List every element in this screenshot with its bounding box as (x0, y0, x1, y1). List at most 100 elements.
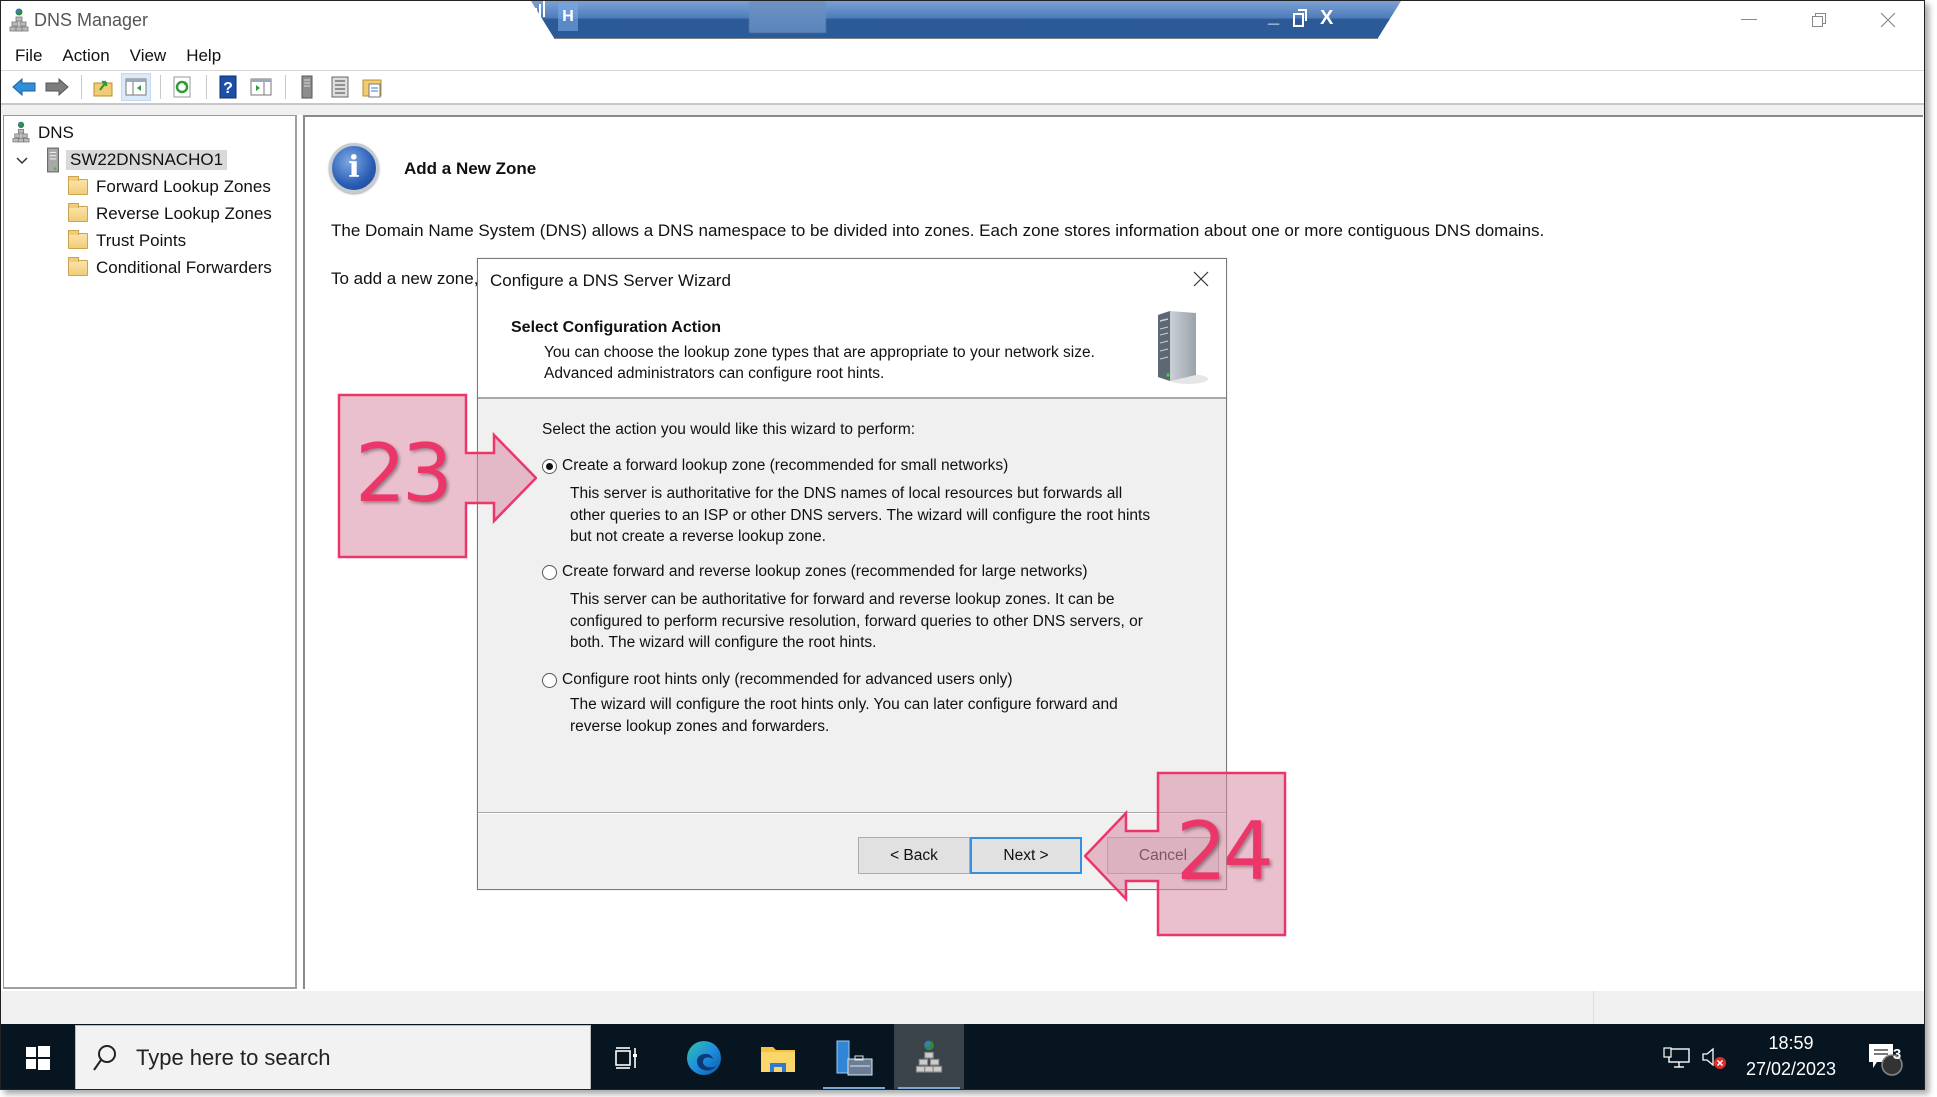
remote-close-icon[interactable]: X (1320, 7, 1333, 30)
tree-item-forward-lookup-zones[interactable]: Forward Lookup Zones (68, 174, 271, 200)
remote-restore-icon[interactable] (1293, 9, 1307, 27)
refresh-button[interactable] (167, 73, 197, 101)
add-zone-title: Add a New Zone (404, 159, 537, 178)
tree-item-trust-points[interactable]: Trust Points (68, 228, 186, 254)
signal-icon (531, 1, 545, 17)
taskbar-search-input[interactable]: Type here to search (75, 1025, 591, 1089)
close-button[interactable] (1858, 1, 1918, 39)
minimize-icon (1741, 19, 1757, 20)
radio-button-checked[interactable] (542, 458, 557, 474)
up-one-level-button[interactable] (88, 73, 118, 101)
desc-line: configured to perform recursive resoluti… (570, 612, 1143, 630)
folder-icon (68, 176, 88, 195)
taskbar-app-dns-manager[interactable] (894, 1024, 964, 1089)
show-hide-action-pane-button[interactable] (246, 73, 276, 101)
dialog-title: Configure a DNS Server Wizard (490, 271, 731, 290)
show-hide-console-tree-button[interactable] (121, 73, 151, 101)
list-button[interactable] (325, 73, 355, 101)
toolbar-separator (206, 75, 207, 99)
info-icon: i (329, 143, 379, 193)
server-manager-icon (836, 1040, 873, 1075)
desc-line: This server can be authoritative for for… (570, 591, 1115, 608)
remote-desktop-bar: H _ X (531, 1, 1401, 39)
remote-host-name-blurred (749, 1, 826, 33)
console-tree: DNS SW22DNSNACHO1 Forward Lookup Zones R… (3, 115, 297, 989)
taskbar-app-edge[interactable] (669, 1024, 739, 1089)
start-button[interactable] (1, 1024, 75, 1089)
server-icon (47, 147, 59, 173)
taskbar-clock[interactable]: 18:59 27/02/2023 (1736, 1030, 1846, 1082)
zone-description: The Domain Name System (DNS) allows a DN… (331, 221, 1545, 240)
up-folder-icon (93, 80, 113, 97)
tree-label: Reverse Lookup Zones (96, 204, 272, 223)
desc-line: both. The wizard will configure the root… (570, 634, 877, 651)
file-explorer-icon (761, 1046, 795, 1072)
option-forward-lookup-zone[interactable]: Create a forward lookup zone (recommende… (542, 457, 1008, 475)
search-placeholder: Type here to search (136, 1044, 331, 1070)
action-center-button[interactable]: 3 (1863, 1024, 1907, 1089)
taskbar: Type here to search 18:59 27/02/2023 3 (1, 1024, 1924, 1089)
server-icon (301, 75, 313, 99)
option-label: Create forward and reverse lookup zones … (562, 563, 1088, 580)
option-label: Create a forward lookup zone (recommende… (562, 457, 1009, 474)
dialog-close-button[interactable] (1184, 263, 1218, 295)
close-icon (1880, 12, 1896, 28)
status-bar (1, 991, 1924, 1024)
pane-spacer (1, 105, 1924, 115)
restore-button[interactable] (1789, 1, 1849, 39)
taskbar-app-server-manager[interactable] (819, 1024, 889, 1089)
status-divider (1593, 991, 1594, 1024)
restore-icon (1812, 13, 1826, 27)
minimize-button[interactable] (1719, 1, 1779, 39)
window-title: DNS Manager (34, 10, 149, 30)
toolbar-separator (81, 75, 82, 99)
chevron-down-icon[interactable] (16, 155, 28, 165)
dns-app-icon (9, 8, 29, 32)
menu-action[interactable]: Action (62, 46, 109, 66)
toolbar-separator (160, 75, 161, 99)
show-hide-action-pane-icon (250, 78, 272, 96)
next-button[interactable]: Next > (970, 837, 1082, 874)
search-icon (93, 1044, 116, 1071)
tree-item-conditional-forwarders[interactable]: Conditional Forwarders (68, 255, 272, 281)
remote-minimize-icon[interactable]: _ (1268, 5, 1279, 28)
cancel-button[interactable]: Cancel (1107, 837, 1219, 874)
tree-label: Trust Points (96, 231, 187, 250)
radio-button[interactable] (542, 672, 557, 688)
radio-button[interactable] (542, 564, 557, 580)
network-tray-button[interactable] (1661, 1024, 1693, 1089)
zone-add-instructions: To add a new zone, (331, 269, 479, 288)
tree-label: Forward Lookup Zones (96, 177, 271, 196)
server-button[interactable] (292, 73, 322, 101)
pin-icon[interactable]: H (558, 3, 578, 31)
help-icon: ? (219, 75, 237, 99)
dns-manager-icon (915, 1040, 943, 1073)
dns-manager-window: DNS Manager H _ X File Action View Help … (0, 0, 1925, 1090)
option-root-hints-only[interactable]: Configure root hints only (recommended f… (542, 671, 1013, 689)
help-button[interactable]: ? (213, 73, 243, 101)
edge-icon (687, 1040, 721, 1075)
tree-label: DNS (38, 123, 74, 142)
taskbar-app-file-explorer[interactable] (743, 1024, 813, 1089)
toolbar: ? (1, 71, 1924, 105)
toolbar-separator (285, 75, 286, 99)
option-description: This server is authoritative for the DNS… (570, 483, 1190, 548)
tree-label: Conditional Forwarders (96, 258, 272, 277)
tree-item-server[interactable]: SW22DNSNACHO1 (16, 147, 228, 173)
menu-view[interactable]: View (130, 46, 167, 66)
menu-file[interactable]: File (15, 46, 42, 66)
tree-item-dns-root[interactable]: DNS (12, 120, 74, 146)
desc-line: but not create a reverse lookup zone. (570, 528, 826, 545)
menu-help[interactable]: Help (186, 46, 221, 66)
tree-item-reverse-lookup-zones[interactable]: Reverse Lookup Zones (68, 201, 272, 227)
dialog-separator (478, 812, 1226, 814)
configure-dns-server-wizard: Configure a DNS Server Wizard Select Con… (477, 258, 1227, 890)
back-button[interactable]: < Back (858, 837, 970, 874)
properties-button[interactable] (358, 73, 388, 101)
option-label: Configure root hints only (recommended f… (562, 671, 1013, 688)
task-view-button[interactable] (592, 1024, 662, 1089)
back-button[interactable] (9, 73, 39, 101)
option-forward-and-reverse-zones[interactable]: Create forward and reverse lookup zones … (542, 563, 1088, 581)
volume-tray-button[interactable] (1699, 1024, 1731, 1089)
forward-button[interactable] (42, 73, 72, 101)
